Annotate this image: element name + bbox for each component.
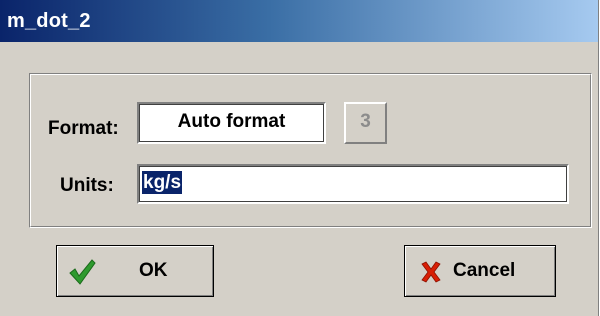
digits-field[interactable]: 3 — [344, 102, 387, 144]
format-select-value: Auto format — [177, 111, 286, 132]
units-input[interactable]: kg/s — [137, 164, 569, 204]
ok-button-label: OK — [139, 260, 168, 281]
units-label: Units: — [60, 175, 114, 196]
settings-group-box — [29, 73, 592, 228]
format-select[interactable]: Auto format — [137, 102, 326, 144]
format-dialog: m_dot_2 Format: Auto format 3 Units: kg/… — [0, 0, 599, 316]
checkmark-icon — [67, 257, 97, 292]
digits-value: 3 — [360, 111, 371, 132]
window-title: m_dot_2 — [7, 10, 91, 32]
ok-button[interactable]: OK — [56, 245, 214, 297]
x-icon — [419, 260, 443, 289]
cancel-button-label: Cancel — [453, 260, 516, 281]
units-input-selected-text: kg/s — [142, 171, 183, 194]
title-bar[interactable]: m_dot_2 — [0, 0, 598, 42]
format-label: Format: — [48, 118, 119, 139]
cancel-button[interactable]: Cancel — [404, 245, 556, 297]
